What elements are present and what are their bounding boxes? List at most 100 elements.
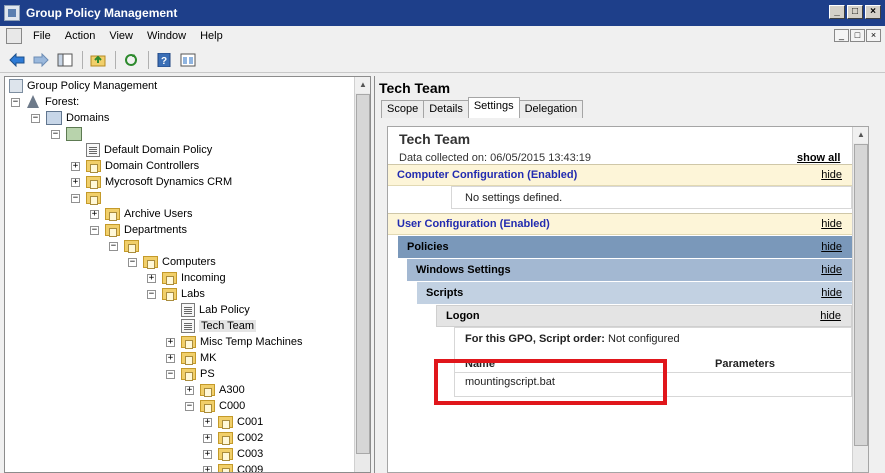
collapse-icon[interactable]: − (147, 289, 156, 299)
tree-node-labs[interactable]: − Labs (147, 286, 205, 302)
tree-node-mk[interactable]: + MK (166, 350, 217, 366)
ou-folder-icon (105, 208, 120, 221)
tree-node-domain-controllers[interactable]: + Domain Controllers (71, 158, 199, 174)
window-controls: _ □ × (829, 5, 881, 19)
tree-node-default-domain-policy[interactable]: Default Domain Policy (71, 142, 212, 158)
expand-icon[interactable]: + (166, 337, 175, 347)
menu-action[interactable]: Action (58, 30, 103, 42)
scroll-thumb[interactable] (854, 144, 868, 446)
ou-folder-icon (86, 160, 101, 173)
tree-node-c001[interactable]: + C001 (203, 414, 263, 430)
title-bar: Group Policy Management _ □ × (0, 0, 885, 26)
tree-node-departments[interactable]: − Departments (90, 222, 187, 238)
tab-details[interactable]: Details (423, 100, 469, 118)
minimize-button[interactable]: _ (829, 5, 845, 19)
hide-link[interactable]: hide (821, 169, 842, 181)
hide-link[interactable]: hide (821, 218, 842, 230)
tree-node-a300[interactable]: + A300 (185, 382, 245, 398)
expand-icon[interactable]: + (71, 161, 80, 171)
help-icon[interactable]: ? (153, 50, 175, 70)
ou-folder-icon (162, 288, 177, 301)
expand-icon[interactable]: + (71, 177, 80, 187)
expand-icon[interactable]: + (166, 353, 175, 363)
scroll-up-arrow-icon[interactable]: ▲ (853, 127, 868, 143)
properties-icon[interactable] (177, 50, 199, 70)
expand-icon[interactable]: + (147, 273, 156, 283)
tree-node-c009[interactable]: + C009 (203, 462, 263, 472)
up-folder-icon[interactable] (87, 50, 109, 70)
settings-report: Tech Team Data collected on: 06/05/2015 … (387, 126, 869, 473)
back-arrow-icon[interactable] (6, 50, 28, 70)
expand-icon[interactable]: + (203, 433, 212, 443)
collapse-icon[interactable]: − (31, 113, 40, 123)
report-scrollbar[interactable]: ▲ (852, 127, 868, 472)
show-all-link[interactable]: show all (797, 152, 840, 164)
hide-link[interactable]: hide (821, 287, 842, 299)
tree-node-crm[interactable]: + Mycrosoft Dynamics CRM (71, 174, 232, 190)
tree-node-tech-team[interactable]: Tech Team (166, 318, 256, 334)
ou-folder-icon (218, 432, 233, 445)
tree-node-ps[interactable]: − PS (166, 366, 215, 382)
tree-node-domain[interactable]: − (51, 126, 86, 142)
tree-node-c003[interactable]: + C003 (203, 446, 263, 462)
console-icon[interactable] (6, 28, 22, 44)
tree-node-archive-users[interactable]: + Archive Users (90, 206, 192, 222)
scroll-thumb[interactable] (356, 94, 370, 454)
tree-node-c002[interactable]: + C002 (203, 430, 263, 446)
close-button[interactable]: × (865, 5, 881, 19)
show-hide-tree-icon[interactable] (54, 50, 76, 70)
mdi-restore-button[interactable]: □ (850, 29, 865, 42)
tree-node-domains[interactable]: − Domains (31, 110, 109, 126)
tree-node-lab-policy[interactable]: Lab Policy (166, 302, 250, 318)
menu-window[interactable]: Window (140, 30, 193, 42)
no-settings-text: No settings defined. (465, 192, 563, 204)
collapse-icon[interactable]: − (128, 257, 137, 267)
expand-icon[interactable]: + (203, 417, 212, 427)
ou-folder-icon (181, 336, 196, 349)
scroll-up-arrow-icon[interactable]: ▲ (355, 77, 370, 93)
collapse-icon[interactable]: − (166, 369, 175, 379)
expand-icon[interactable]: + (90, 209, 99, 219)
menu-help[interactable]: Help (193, 30, 230, 42)
tree-node-root[interactable]: Group Policy Management (9, 78, 157, 94)
windows-settings-header: Windows Settings hide (407, 259, 852, 281)
script-order-value: Not configured (604, 333, 680, 345)
gpo-link-icon (181, 319, 195, 333)
gpo-link-icon (181, 303, 195, 317)
domain-icon (66, 127, 82, 141)
tab-scope[interactable]: Scope (381, 100, 425, 118)
tree-node-misc-temp-machines[interactable]: + Misc Temp Machines (166, 334, 303, 350)
tree-node-forest[interactable]: − Forest: (11, 94, 79, 110)
toolbar-separator (115, 50, 116, 69)
mdi-minimize-button[interactable]: _ (834, 29, 849, 42)
expand-icon[interactable]: + (203, 449, 212, 459)
tree-node-ou[interactable]: − (71, 190, 105, 206)
hide-link[interactable]: hide (820, 310, 841, 322)
hide-link[interactable]: hide (821, 241, 842, 253)
tab-settings[interactable]: Settings (467, 97, 520, 118)
refresh-icon[interactable] (120, 50, 142, 70)
expand-icon[interactable]: + (185, 385, 194, 395)
tree-scrollbar[interactable]: ▲ (354, 77, 370, 472)
collapse-icon[interactable]: − (185, 401, 194, 411)
expand-icon[interactable]: + (203, 465, 212, 472)
maximize-button[interactable]: □ (847, 5, 863, 19)
report-date: Data collected on: 06/05/2015 13:43:19 (399, 152, 592, 164)
collapse-icon[interactable]: − (109, 241, 118, 251)
console-tree: Group Policy Management − Forest: − Doma… (4, 76, 371, 473)
hide-link[interactable]: hide (821, 264, 842, 276)
collapse-icon[interactable]: − (90, 225, 99, 235)
menu-file[interactable]: File (26, 30, 58, 42)
menu-view[interactable]: View (102, 30, 140, 42)
collapse-icon[interactable]: − (51, 129, 60, 139)
tree-node-c000[interactable]: − C000 (185, 398, 245, 414)
mdi-close-button[interactable]: × (866, 29, 881, 42)
tab-delegation[interactable]: Delegation (518, 100, 584, 118)
forward-arrow-icon[interactable] (30, 50, 52, 70)
mdi-controls: _ □ × (834, 29, 881, 42)
tree-node-computers[interactable]: − Computers (128, 254, 216, 270)
collapse-icon[interactable]: − (11, 97, 20, 107)
tree-node-ou[interactable]: − (109, 238, 143, 254)
collapse-icon[interactable]: − (71, 193, 80, 203)
tree-node-incoming[interactable]: + Incoming (147, 270, 226, 286)
